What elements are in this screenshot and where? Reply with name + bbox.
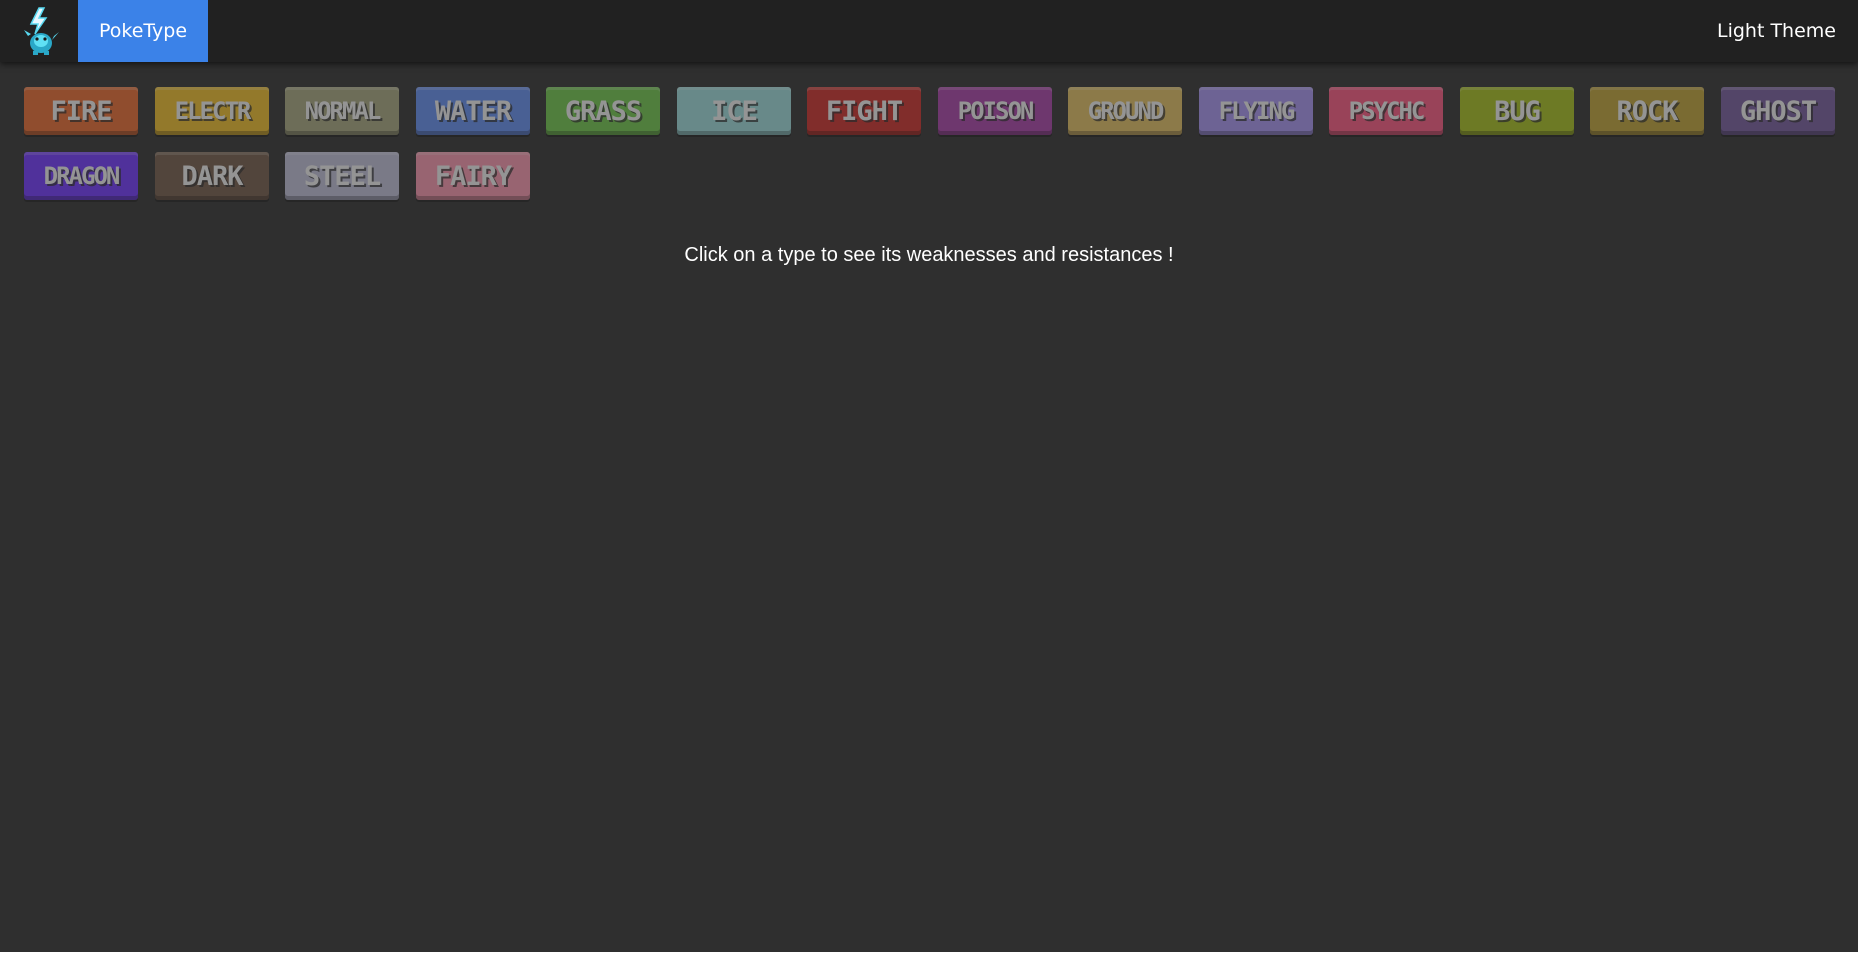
type-label: GHOST <box>1739 95 1817 127</box>
type-label: BUG <box>1494 95 1541 127</box>
type-label: NORMAL <box>304 97 382 125</box>
type-button-ground[interactable]: GROUND <box>1068 87 1182 135</box>
type-label: ELECTR <box>174 97 252 125</box>
brand-link[interactable]: PokeType <box>78 0 208 62</box>
type-button-fairy[interactable]: FAIRY <box>416 152 530 200</box>
type-label: FLYING <box>1218 97 1296 125</box>
type-label: DRAGON <box>43 162 121 190</box>
theme-toggle-button[interactable]: Light Theme <box>1717 0 1836 62</box>
type-label: ICE <box>711 95 758 127</box>
type-button-bug[interactable]: BUG <box>1460 87 1574 135</box>
type-label: FAIRY <box>434 160 512 192</box>
type-label: ROCK <box>1616 95 1678 127</box>
type-label: POISON <box>957 97 1035 125</box>
type-label: FIGHT <box>825 95 903 127</box>
type-button-electr[interactable]: ELECTR <box>155 87 269 135</box>
type-label: STEEL <box>303 160 381 192</box>
type-button-dark[interactable]: DARK <box>155 152 269 200</box>
type-button-rock[interactable]: ROCK <box>1590 87 1704 135</box>
page-scrollbar[interactable] <box>1858 0 1869 953</box>
navbar: PokeType Light Theme <box>0 0 1858 62</box>
type-button-steel[interactable]: STEEL <box>285 152 399 200</box>
type-button-water[interactable]: WATER <box>416 87 530 135</box>
type-button-ice[interactable]: ICE <box>677 87 791 135</box>
type-button-normal[interactable]: NORMAL <box>285 87 399 135</box>
type-label: WATER <box>434 95 512 127</box>
instruction-text: Click on a type to see its weaknesses an… <box>684 244 1174 266</box>
type-button-psychc[interactable]: PSYCHC <box>1329 87 1443 135</box>
app-background: PokeType Light Theme FIRE ELECTR NORMAL WAT… <box>0 0 1858 952</box>
type-button-grass[interactable]: GRASS <box>546 87 660 135</box>
type-label: DARK <box>181 160 243 192</box>
type-button-dragon[interactable]: DRAGON <box>24 152 138 200</box>
type-label: PSYCHC <box>1348 97 1426 125</box>
pokemon-logo-icon[interactable] <box>22 6 60 56</box>
type-label: FIRE <box>50 95 112 127</box>
type-button-ghost[interactable]: GHOST <box>1721 87 1835 135</box>
type-label: GRASS <box>564 95 642 127</box>
type-button-flying[interactable]: FLYING <box>1199 87 1313 135</box>
type-button-fight[interactable]: FIGHT <box>807 87 921 135</box>
type-label: GROUND <box>1087 97 1165 125</box>
type-button-poison[interactable]: POISON <box>938 87 1052 135</box>
type-button-fire[interactable]: FIRE <box>24 87 138 135</box>
